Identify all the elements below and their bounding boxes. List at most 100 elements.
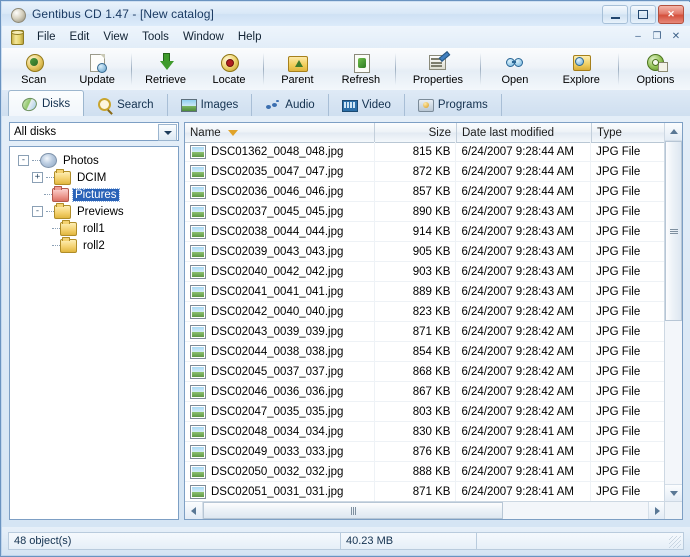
- table-row[interactable]: DSC02043_0039_039.jpg 871 KB 6/24/2007 9:2…: [185, 322, 666, 342]
- tree-item-pictures[interactable]: Pictures: [10, 185, 178, 203]
- audio-icon: [265, 98, 279, 112]
- tab-video[interactable]: Video: [329, 94, 405, 116]
- tree-connector: [52, 227, 60, 230]
- vertical-scrollbar[interactable]: [664, 123, 682, 502]
- table-row[interactable]: DSC02047_0035_035.jpg 803 KB 6/24/2007 9:2…: [185, 402, 666, 422]
- update-document-icon: [86, 52, 108, 73]
- scroll-up-arrow-icon[interactable]: [665, 123, 682, 141]
- refresh-button[interactable]: Refresh: [329, 48, 392, 90]
- menu-item-edit[interactable]: Edit: [63, 29, 97, 45]
- menu-item-window[interactable]: Window: [176, 29, 231, 45]
- explore-button[interactable]: Explore: [547, 48, 616, 90]
- scroll-left-arrow-icon[interactable]: [185, 502, 203, 519]
- folder-icon: [60, 236, 77, 253]
- file-list-rows[interactable]: DSC01362_0048_048.jpg 815 KB 6/24/2007 9:2…: [185, 142, 666, 504]
- table-row[interactable]: DSC02045_0037_037.jpg 868 KB 6/24/2007 9:2…: [185, 362, 666, 382]
- tree-item-dcim[interactable]: + DCIM: [10, 168, 178, 186]
- menu-item-help[interactable]: Help: [231, 29, 269, 45]
- table-row[interactable]: DSC02042_0040_040.jpg 823 KB 6/24/2007 9:2…: [185, 302, 666, 322]
- table-row[interactable]: DSC02035_0047_047.jpg 872 KB 6/24/2007 9:2…: [185, 162, 666, 182]
- column-header-type[interactable]: Type: [592, 123, 667, 142]
- menu-item-view[interactable]: View: [96, 29, 135, 45]
- tree-item-photos[interactable]: - Photos: [10, 152, 178, 169]
- close-icon[interactable]: ✕: [658, 5, 684, 24]
- parent-button[interactable]: Parent: [266, 48, 329, 90]
- properties-button[interactable]: Properties: [398, 48, 479, 90]
- open-button[interactable]: Open: [483, 48, 546, 90]
- horizontal-scrollbar[interactable]: [185, 501, 666, 519]
- tab-images[interactable]: Images: [168, 94, 253, 116]
- menu-item-file[interactable]: File: [30, 29, 63, 45]
- table-row[interactable]: DSC01362_0048_048.jpg 815 KB 6/24/2007 9:2…: [185, 142, 666, 162]
- file-date-cell: 6/24/2007 9:28:41 AM: [456, 482, 592, 501]
- column-header-date[interactable]: Date last modified: [457, 123, 592, 142]
- table-row[interactable]: DSC02044_0038_038.jpg 854 KB 6/24/2007 9:2…: [185, 342, 666, 362]
- file-name-cell: DSC02046_0036_036.jpg: [185, 382, 375, 401]
- tree-expander[interactable]: -: [32, 206, 43, 217]
- maximize-icon[interactable]: [630, 5, 656, 24]
- content-area: All disks - Photos + DCIM Pictures - Pre…: [2, 116, 690, 528]
- table-row[interactable]: DSC02037_0045_045.jpg 890 KB 6/24/2007 9:2…: [185, 202, 666, 222]
- table-row[interactable]: DSC02038_0044_044.jpg 914 KB 6/24/2007 9:2…: [185, 222, 666, 242]
- disk-filter-combobox[interactable]: All disks: [9, 122, 179, 141]
- minimize-icon[interactable]: [602, 5, 628, 24]
- chevron-down-icon[interactable]: [158, 124, 177, 141]
- table-row[interactable]: DSC02051_0031_031.jpg 871 KB 6/24/2007 9:2…: [185, 482, 666, 502]
- table-row[interactable]: DSC02041_0041_041.jpg 889 KB 6/24/2007 9:2…: [185, 282, 666, 302]
- tab-programs[interactable]: Programs: [405, 94, 502, 116]
- scroll-down-arrow-icon[interactable]: [665, 484, 682, 502]
- resize-grip-icon[interactable]: [669, 536, 681, 548]
- table-row[interactable]: DSC02050_0032_032.jpg 888 KB 6/24/2007 9:2…: [185, 462, 666, 482]
- retrieve-button[interactable]: Retrieve: [134, 48, 197, 90]
- file-type-cell: JPG File: [596, 425, 641, 438]
- tab-search[interactable]: Search: [84, 94, 168, 116]
- mdi-restore-icon[interactable]: ❐: [648, 28, 666, 44]
- column-header-size-label: Size: [428, 126, 451, 139]
- table-row[interactable]: DSC02036_0046_046.jpg 857 KB 6/24/2007 9:2…: [185, 182, 666, 202]
- mdi-minimize-icon[interactable]: –: [629, 28, 647, 44]
- file-size-cell: 889 KB: [375, 282, 457, 301]
- table-row[interactable]: DSC02039_0043_043.jpg 905 KB 6/24/2007 9:2…: [185, 242, 666, 262]
- options-gear-icon: [644, 52, 669, 73]
- update-button-label: Update: [79, 74, 115, 86]
- tree-expander-placeholder: [32, 190, 41, 199]
- properties-button-label: Properties: [412, 74, 463, 86]
- tab-audio[interactable]: Audio: [252, 94, 329, 116]
- file-size-cell: 867 KB: [375, 382, 457, 401]
- update-button[interactable]: Update: [65, 48, 128, 90]
- table-row[interactable]: DSC02046_0036_036.jpg 867 KB 6/24/2007 9:2…: [185, 382, 666, 402]
- tree-item-previews[interactable]: - Previews: [10, 202, 178, 220]
- vertical-scrollbar-thumb[interactable]: [665, 141, 682, 321]
- file-date-cell: 6/24/2007 9:28:43 AM: [456, 242, 592, 261]
- toolbar-separator: [130, 53, 132, 85]
- tree-expander[interactable]: +: [32, 172, 43, 183]
- file-date-cell: 6/24/2007 9:28:43 AM: [456, 282, 592, 301]
- mdi-close-icon[interactable]: ✕: [667, 28, 685, 44]
- tree-expander[interactable]: -: [18, 155, 29, 166]
- table-row[interactable]: DSC02048_0034_034.jpg 830 KB 6/24/2007 9:2…: [185, 422, 666, 442]
- file-size-cell: 903 KB: [375, 262, 457, 281]
- options-button[interactable]: Options: [621, 48, 690, 90]
- tab-disks[interactable]: Disks: [8, 90, 85, 116]
- file-type-cell: JPG File: [596, 405, 641, 418]
- table-row[interactable]: DSC02049_0033_033.jpg 876 KB 6/24/2007 9:2…: [185, 442, 666, 462]
- folder-tree[interactable]: - Photos + DCIM Pictures - Previews roll…: [9, 146, 179, 520]
- column-header-name[interactable]: Name: [185, 123, 375, 142]
- horizontal-scrollbar-thumb[interactable]: [203, 502, 503, 519]
- file-size-cell: 871 KB: [375, 322, 457, 341]
- tree-connector: [32, 159, 40, 162]
- tab-video-label: Video: [361, 99, 391, 111]
- tree-item-roll1[interactable]: roll1: [10, 219, 178, 237]
- status-extra: [476, 532, 684, 550]
- table-row[interactable]: DSC02040_0042_042.jpg 903 KB 6/24/2007 9:2…: [185, 262, 666, 282]
- tab-programs-label: Programs: [437, 99, 488, 111]
- locate-button[interactable]: Locate: [197, 48, 260, 90]
- menu-item-tools[interactable]: Tools: [135, 29, 176, 45]
- scan-button-label: Scan: [21, 74, 47, 86]
- tree-item-roll2[interactable]: roll2: [10, 236, 178, 254]
- column-header-size[interactable]: Size: [375, 123, 457, 142]
- file-name-label: DSC01362_0048_048.jpg: [211, 145, 344, 158]
- file-type-cell: JPG File: [596, 245, 641, 258]
- jpg-thumbnail-icon: [190, 244, 206, 259]
- scan-button[interactable]: Scan: [2, 48, 65, 90]
